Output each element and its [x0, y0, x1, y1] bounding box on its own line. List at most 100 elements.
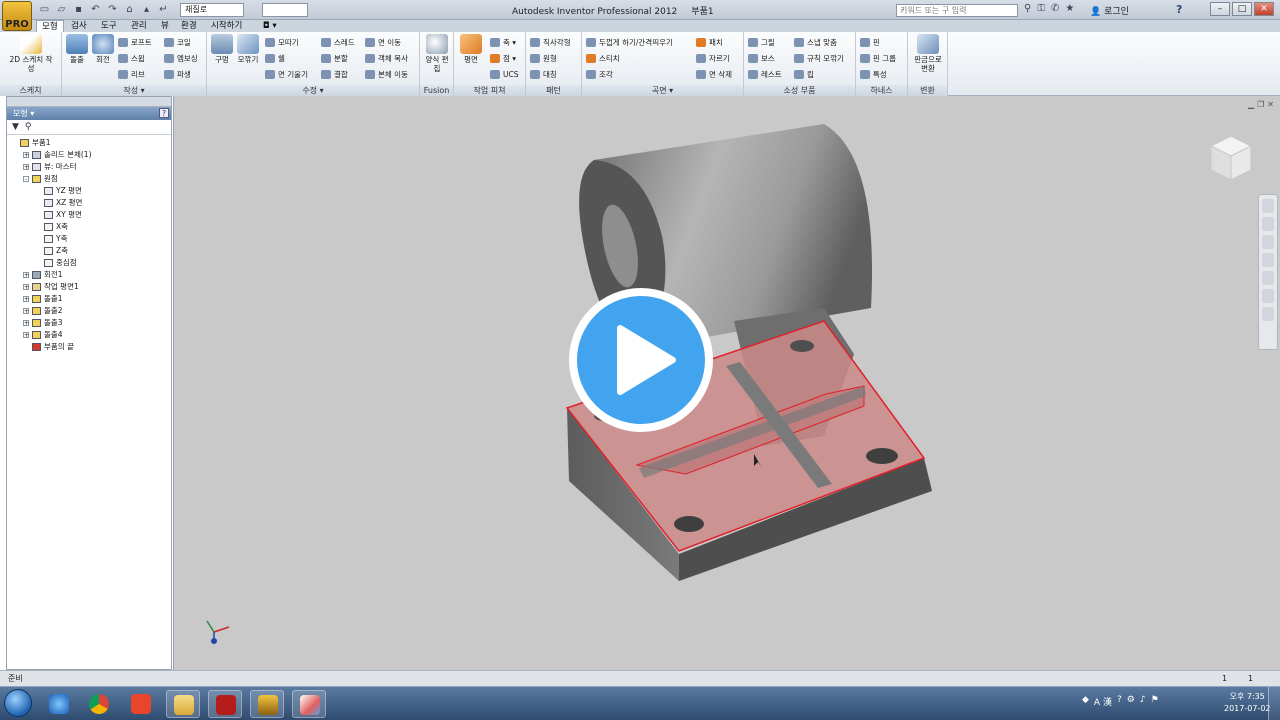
key-icon[interactable]: ⚿	[1037, 3, 1045, 14]
patch-button[interactable]: 패치	[696, 35, 723, 50]
tree-node[interactable]: + 뷰: 마스터	[7, 161, 171, 173]
open-icon[interactable]: ▱	[55, 3, 68, 16]
find-icon[interactable]: ⚲	[25, 122, 32, 132]
redo-icon[interactable]: ↷	[106, 3, 119, 16]
revolve-button[interactable]: 회전	[90, 34, 116, 64]
zoom-all-icon[interactable]	[1262, 289, 1274, 303]
expand-icon[interactable]: +	[23, 284, 29, 291]
expand-icon[interactable]: +	[23, 272, 29, 279]
mounting-hole-back-right[interactable]	[790, 340, 814, 352]
taskbar-inventor[interactable]	[250, 690, 284, 718]
browser-help-icon[interactable]: ?	[159, 108, 169, 118]
binoculars-icon[interactable]: ⚲	[1024, 3, 1031, 14]
delete-face-button[interactable]: 면 삭제	[696, 67, 732, 82]
snap-fit-button[interactable]: 스냅 맞춤	[794, 35, 837, 50]
tree-node[interactable]: X축	[7, 221, 171, 233]
browser-grip[interactable]	[7, 97, 171, 107]
undo-icon[interactable]: ↶	[89, 3, 102, 16]
rest-button[interactable]: 레스트	[748, 67, 782, 82]
taskbar-chrome[interactable]	[82, 690, 116, 718]
pan-icon[interactable]	[1262, 217, 1274, 231]
emboss-button[interactable]: 엠보싱	[164, 51, 198, 66]
help-tray-icon[interactable]: ?	[1117, 695, 1122, 708]
expand-icon[interactable]: +	[23, 308, 29, 315]
boss-button[interactable]: 보스	[748, 51, 775, 66]
expand-icon[interactable]: +	[23, 320, 29, 327]
settings-tray-icon[interactable]: ⚙	[1127, 695, 1135, 708]
filter-icon[interactable]: ▼	[12, 122, 19, 132]
new-icon[interactable]: ▭	[38, 3, 51, 16]
look-at-icon[interactable]	[1262, 271, 1274, 285]
point-button[interactable]: 점 ▾	[490, 51, 516, 66]
stitch-button[interactable]: 스티치	[586, 51, 620, 66]
property-button[interactable]: 특성	[860, 67, 887, 82]
trim-button[interactable]: 자르기	[696, 51, 730, 66]
create-sketch-button[interactable]: 2D 스케치 작성	[8, 34, 54, 73]
extrude-button[interactable]: 돌출	[64, 34, 90, 64]
tree-node[interactable]: YZ 평면	[7, 185, 171, 197]
satellite-icon[interactable]: ✆	[1051, 3, 1059, 14]
return-icon[interactable]: ↵	[157, 3, 170, 16]
start-button[interactable]	[4, 689, 32, 717]
coil-button[interactable]: 코일	[164, 35, 191, 50]
tree-node[interactable]: + 솔리드 본체(1)	[7, 149, 171, 161]
taskbar-acrobat[interactable]	[208, 690, 242, 718]
tree-node[interactable]: - 원점	[7, 173, 171, 185]
chamfer-button[interactable]: 모따기	[265, 35, 299, 50]
viewcube[interactable]	[1206, 132, 1256, 186]
thread-button[interactable]: 스레드	[321, 35, 355, 50]
clock[interactable]: 오후 7:35 2017-07-02	[1224, 691, 1271, 715]
appearance-dropdown[interactable]	[262, 3, 308, 17]
tree-node[interactable]: XY 평면	[7, 209, 171, 221]
steering-wheel-icon[interactable]	[1262, 199, 1274, 213]
network-icon[interactable]: ◆	[1082, 695, 1089, 708]
tab-environments[interactable]: 환경	[176, 20, 202, 32]
sweep-button[interactable]: 스윕	[118, 51, 145, 66]
rule-fillet-button[interactable]: 규칙 모깎기	[794, 51, 844, 66]
orbit-icon[interactable]	[1262, 253, 1274, 267]
home-icon[interactable]: ⌂	[123, 3, 136, 16]
mirror-button[interactable]: 대칭	[530, 67, 557, 82]
combine-button[interactable]: 결합	[321, 67, 348, 82]
axis-button[interactable]: 축 ▾	[490, 35, 516, 50]
tab-get-started[interactable]: 시작하기	[206, 20, 247, 32]
mounting-hole-front-left[interactable]	[674, 516, 704, 532]
tab-view[interactable]: 뷰	[156, 20, 174, 32]
volume-icon[interactable]: ♪	[1140, 695, 1146, 708]
save-icon[interactable]: ▪	[72, 3, 85, 16]
play-video-button[interactable]	[567, 286, 715, 434]
taskbar-paint[interactable]	[292, 690, 326, 718]
tree-node[interactable]: 부품1	[7, 137, 171, 149]
expand-icon[interactable]: +	[23, 296, 29, 303]
split-button[interactable]: 분할	[321, 51, 348, 66]
ucs-button[interactable]: UCS	[490, 67, 519, 82]
expand-icon[interactable]: +	[23, 152, 29, 159]
copy-object-button[interactable]: 객체 복사	[365, 51, 408, 66]
application-menu-button[interactable]: PRO	[2, 1, 32, 31]
tree-node[interactable]: Z축	[7, 245, 171, 257]
flag-icon[interactable]: ⚑	[1151, 695, 1159, 708]
loft-button[interactable]: 로프트	[118, 35, 152, 50]
maximize-button[interactable]: □	[1232, 2, 1252, 16]
tree-node[interactable]: Y축	[7, 233, 171, 245]
face-draft-button[interactable]: 면 기울기	[265, 67, 308, 82]
tab-model[interactable]: 모형	[36, 20, 64, 32]
fillet-button[interactable]: 모깎기	[235, 34, 261, 64]
taskbar-media[interactable]	[124, 690, 158, 718]
shell-button[interactable]: 쉘	[265, 51, 285, 66]
tab-manage[interactable]: 관리	[126, 20, 152, 32]
help-icon[interactable]: ?	[1176, 3, 1182, 16]
ime-indicator[interactable]: A 漢	[1094, 695, 1112, 708]
convert-sheet-metal-button[interactable]: 판금으로 변환	[910, 34, 946, 73]
rib-button[interactable]: 리브	[118, 67, 145, 82]
thicken-offset-button[interactable]: 두껍게 하기/간격띄우기	[586, 35, 673, 50]
zoom-window-icon[interactable]	[1262, 307, 1274, 321]
zoom-icon[interactable]	[1262, 235, 1274, 249]
tree-node[interactable]: + 회전1	[7, 269, 171, 281]
star-icon[interactable]: ★	[1065, 3, 1074, 14]
browser-header[interactable]: 모형 ▾ ?	[7, 107, 171, 120]
pin-group-button[interactable]: 핀 그룹	[860, 51, 896, 66]
select-icon[interactable]: ▴	[140, 3, 153, 16]
sculpt-button[interactable]: 조각	[586, 67, 613, 82]
tree-node[interactable]: 중심점	[7, 257, 171, 269]
